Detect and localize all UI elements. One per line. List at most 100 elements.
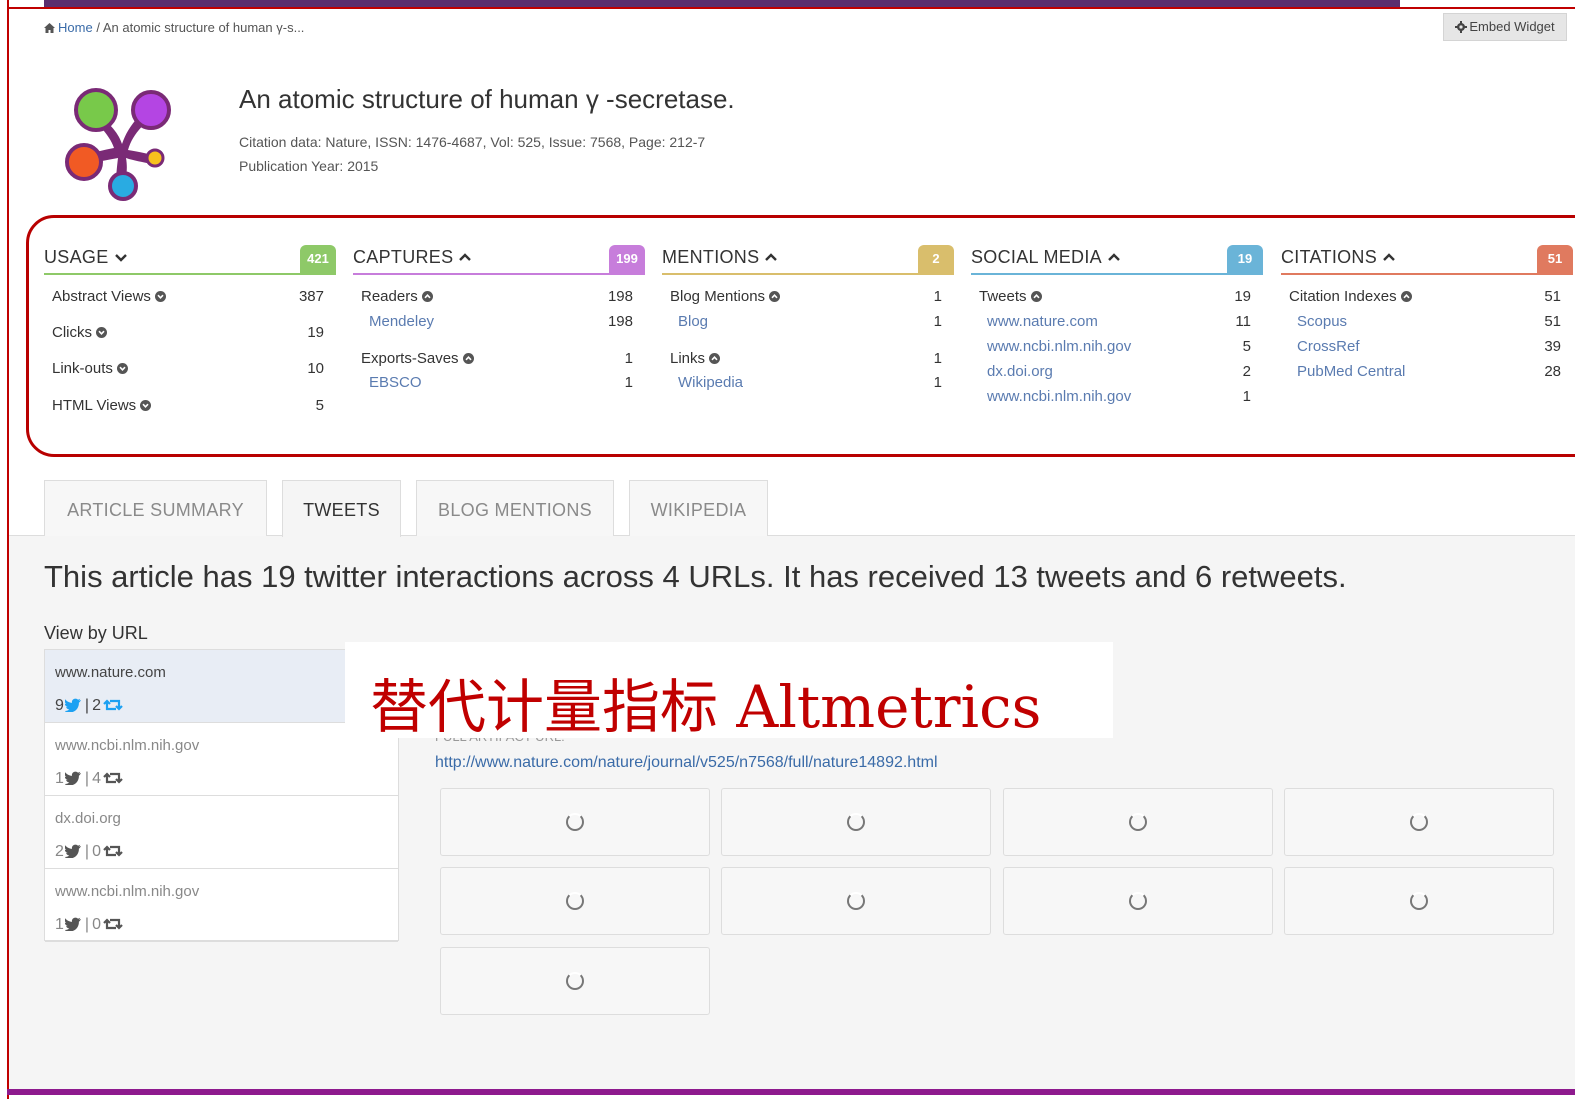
metric-row-label-text[interactable]: Wikipedia xyxy=(678,374,743,391)
metric-source-row[interactable]: Wikipedia 1 xyxy=(662,373,954,393)
spinner-icon xyxy=(566,972,584,990)
metric-row-label-text: HTML Views xyxy=(52,397,137,414)
tweet-card[interactable] xyxy=(1003,867,1273,935)
metric-row-label-text[interactable]: Mendeley xyxy=(369,313,434,330)
breadcrumb-home-link[interactable]: Home xyxy=(44,20,96,35)
metric-category-row: HTML Views 5 xyxy=(44,396,336,416)
tweet-card[interactable] xyxy=(440,947,710,1015)
home-icon xyxy=(44,23,55,33)
url-list-item[interactable]: www.ncbi.nlm.nih.gov 1 | 0 xyxy=(45,869,398,942)
metric-source-row[interactable]: dx.doi.org 2 xyxy=(971,362,1263,382)
metric-row-label-text[interactable]: www.nature.com xyxy=(987,313,1098,330)
tab-article-summary[interactable]: ARTICLE SUMMARY xyxy=(44,480,267,536)
metric-row-value: 11 xyxy=(1235,313,1251,330)
metric-title-text: CITATIONS xyxy=(1281,247,1378,267)
breadcrumb-home-label: Home xyxy=(58,20,93,35)
chevron-up-icon xyxy=(765,253,778,261)
embed-widget-label: Embed Widget xyxy=(1469,19,1555,34)
retweet-count: 0 xyxy=(92,843,101,860)
metric-badge-citations: 51 xyxy=(1537,245,1573,273)
metric-source-row[interactable]: CrossRef 39 xyxy=(1281,337,1573,357)
tweet-card[interactable] xyxy=(440,788,710,856)
metric-source-row[interactable]: www.nature.com 11 xyxy=(971,312,1263,332)
metric-header-citations[interactable]: CITATIONS 51 xyxy=(1281,245,1573,275)
expand-circle-icon[interactable] xyxy=(96,327,107,338)
tab-blog-mentions[interactable]: BLOG MENTIONS xyxy=(416,480,614,536)
metric-row-label-text: Link-outs xyxy=(52,360,113,377)
metric-row-label: Abstract Views xyxy=(52,287,166,307)
metric-source-row[interactable]: PubMed Central 28 xyxy=(1281,362,1573,382)
metric-row-label: Citation Indexes xyxy=(1289,287,1412,307)
metric-row-value: 1 xyxy=(624,350,633,367)
metric-row-label-text[interactable]: Scopus xyxy=(1297,313,1347,330)
collapse-circle-icon[interactable] xyxy=(421,291,433,302)
altmetrics-caption: 替代计量指标 Altmetrics xyxy=(370,673,1042,741)
url-stats: 1 | 4 xyxy=(55,770,123,788)
collapse-circle-icon[interactable] xyxy=(462,353,474,364)
collapse-circle-icon[interactable] xyxy=(1400,291,1412,302)
metric-row-label-text[interactable]: www.ncbi.nlm.nih.gov xyxy=(987,388,1131,405)
expand-circle-icon[interactable] xyxy=(116,363,128,374)
metric-row-label-text[interactable]: dx.doi.org xyxy=(987,363,1053,380)
metric-category-row: Blog Mentions 1 xyxy=(662,287,954,307)
metric-row-label-text[interactable]: PubMed Central xyxy=(1297,363,1405,380)
chevron-up-icon xyxy=(1383,253,1395,261)
tweet-card[interactable] xyxy=(721,867,991,935)
tweet-card[interactable] xyxy=(721,788,991,856)
highlight-frame-top xyxy=(7,7,1575,9)
article-title: An atomic structure of human γ -secretas… xyxy=(239,84,735,114)
metric-header-social[interactable]: SOCIAL MEDIA 19 xyxy=(971,245,1263,275)
retweet-icon xyxy=(103,772,123,784)
metric-row-label: Tweets xyxy=(979,287,1042,307)
collapse-circle-icon[interactable] xyxy=(769,291,781,302)
metric-row-label-text[interactable]: Blog xyxy=(678,313,708,330)
embed-widget-button[interactable]: Embed Widget xyxy=(1443,13,1567,41)
metric-title-text: MENTIONS xyxy=(662,247,760,267)
metric-header-usage[interactable]: USAGE 421 xyxy=(44,245,336,275)
retweet-icon xyxy=(103,699,123,711)
retweet-icon xyxy=(103,845,123,857)
expand-circle-icon[interactable] xyxy=(140,400,152,411)
collapse-circle-icon[interactable] xyxy=(709,353,721,364)
metric-source-row[interactable]: Scopus 51 xyxy=(1281,312,1573,332)
spinner-icon xyxy=(566,813,584,831)
publication-year: Publication Year: 2015 xyxy=(239,158,379,174)
metric-usage: USAGE 421 Abstract Views 387 Clicks 19 Link-ou… xyxy=(44,245,336,445)
metric-badge-captures: 199 xyxy=(609,245,645,273)
metric-row-label: Wikipedia xyxy=(678,373,743,393)
metric-source-row[interactable]: www.ncbi.nlm.nih.gov 1 xyxy=(971,387,1263,407)
metric-category-row: Abstract Views 387 xyxy=(44,287,336,307)
metric-row-label-text[interactable]: www.ncbi.nlm.nih.gov xyxy=(987,338,1131,355)
metric-row-label-text: Clicks xyxy=(52,324,92,341)
url-list-item[interactable]: dx.doi.org 2 | 0 xyxy=(45,796,398,869)
tweet-card[interactable] xyxy=(1284,867,1554,935)
tweet-card[interactable] xyxy=(1003,788,1273,856)
metric-row-value: 10 xyxy=(307,360,324,377)
tab-tweets[interactable]: TWEETS xyxy=(282,480,401,537)
tab-wikipedia[interactable]: WIKIPEDIA xyxy=(629,480,768,536)
metric-source-row[interactable]: EBSCO 1 xyxy=(353,373,645,393)
tweet-card[interactable] xyxy=(1284,788,1554,856)
metric-row-label-text[interactable]: EBSCO xyxy=(369,374,422,391)
metric-row-value: 51 xyxy=(1544,313,1561,330)
metric-source-row[interactable]: Blog 1 xyxy=(662,312,954,332)
metric-captures: CAPTURES 199 Readers 198 Mendeley 198 Exports-… xyxy=(353,245,645,445)
metric-row-value: 387 xyxy=(298,288,324,305)
full-artifact-url-link[interactable]: http://www.nature.com/nature/journal/v52… xyxy=(435,754,938,772)
metric-source-row[interactable]: Mendeley 198 xyxy=(353,312,645,332)
bottom-accent-bar xyxy=(7,1089,1575,1095)
metric-row-label-text[interactable]: CrossRef xyxy=(1297,338,1360,355)
tweet-card[interactable] xyxy=(440,867,710,935)
metric-row-label: www.ncbi.nlm.nih.gov xyxy=(987,337,1131,357)
metric-row-label: Blog Mentions xyxy=(670,287,781,307)
collapse-circle-icon[interactable] xyxy=(1030,291,1042,302)
metric-title-captures: CAPTURES xyxy=(353,247,472,268)
metric-header-captures[interactable]: CAPTURES 199 xyxy=(353,245,645,275)
spinner-icon xyxy=(1129,892,1147,910)
expand-circle-icon[interactable] xyxy=(154,291,166,302)
metric-title-text: SOCIAL MEDIA xyxy=(971,247,1102,267)
tweet-count: 2 xyxy=(55,843,64,860)
metric-row-value: 51 xyxy=(1544,288,1561,305)
metric-header-mentions[interactable]: MENTIONS 2 xyxy=(662,245,954,275)
metric-source-row[interactable]: www.ncbi.nlm.nih.gov 5 xyxy=(971,337,1263,357)
